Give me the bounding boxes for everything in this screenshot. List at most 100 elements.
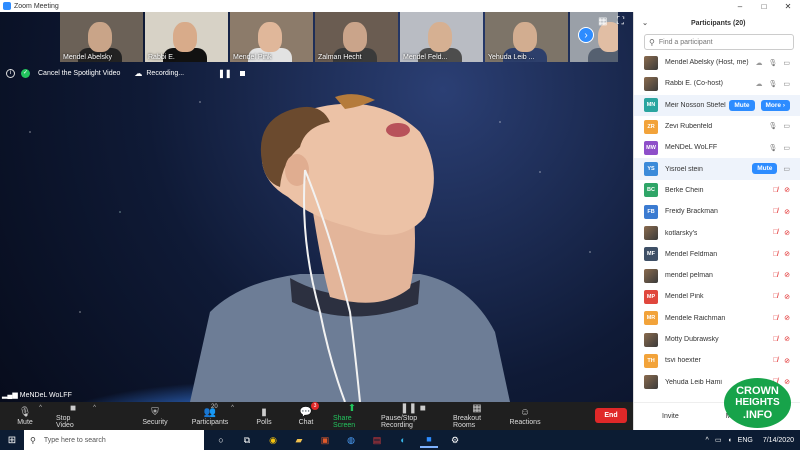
mute-options-caret[interactable]: ^ [39,405,42,411]
office-icon[interactable]: ▣ [316,432,334,448]
video-camera-icon[interactable]: ▭ [783,80,790,88]
participant-row[interactable]: kotlarsky's 🎙̸ ⊘ [634,222,800,243]
video-camera-icon[interactable]: ▭ [783,144,790,152]
pdf-icon[interactable]: ▤ [368,432,386,448]
microphone-icon[interactable]: 🎙 [768,80,777,88]
participant-mute-button[interactable]: Mute [729,99,755,111]
settings-icon[interactable]: ⚙ [446,432,464,448]
participants-options-caret[interactable]: ^ [231,405,234,411]
microphone-muted-icon[interactable]: 🎙̸ [773,293,778,300]
participant-row[interactable]: MN Meir Nosson Stiefel Mute More › [634,94,800,116]
end-meeting-button[interactable]: End [595,408,627,423]
close-button[interactable]: ✕ [776,2,800,11]
video-camera-icon[interactable]: ▭ [783,122,790,130]
participant-name: Mendel Abelsky (Host, me) [665,59,749,67]
breakout-rooms-button[interactable]: ▦ Breakout Rooms [453,402,501,430]
share-screen-button[interactable]: ⬆ Share Screen [333,402,371,430]
reactions-button[interactable]: ☺ Reactions [509,402,540,430]
video-off-icon[interactable]: ⊘ [784,314,790,322]
taskbar-search-input[interactable]: ⚲ Type here to search [24,430,204,450]
participant-status-icons: 🎙̸ ⊘ [773,244,790,265]
video-off-icon[interactable]: ⊘ [784,250,790,258]
zoom-taskbar-icon[interactable]: ■ [420,432,438,448]
microphone-muted-icon[interactable]: 🎙̸ [773,315,778,322]
tray-chevron-icon[interactable]: ^ [706,437,709,444]
microphone-icon[interactable]: 🎙 [768,144,777,152]
microphone-muted-icon[interactable]: 🎙̸ [773,208,778,215]
microphone-muted-icon[interactable]: 🎙̸ [773,229,778,236]
stop-recording-button[interactable] [239,70,245,76]
participant-row[interactable]: MP Mendel Pink 🎙̸ ⊘ [634,286,800,307]
microphone-muted-icon[interactable]: 🎙̸ [773,187,778,194]
video-thumbnail[interactable]: Mendel Feld... [400,12,483,62]
participant-search-input[interactable]: ⚲ Find a participant [644,34,794,50]
info-icon[interactable]: i [6,68,15,78]
video-off-icon[interactable]: ⊘ [784,208,790,216]
cortana-icon[interactable]: ○ [212,432,230,448]
participant-row[interactable]: YS Yisroel stein Mute ▭ [634,158,800,180]
participant-more-button[interactable]: More › [760,99,790,111]
video-off-icon[interactable]: ⊘ [784,357,790,365]
video-options-caret[interactable]: ^ [93,405,96,411]
video-off-icon[interactable]: ⊘ [784,229,790,237]
microphone-muted-icon[interactable]: 🎙̸ [773,272,778,279]
gallery-view-icon[interactable]: ▦ [598,16,607,27]
participants-button[interactable]: 👥 20 Participants ^ [192,402,234,430]
participant-row[interactable]: Rabbi E. (Co-host) ☁ 🎙 ▭ [634,73,800,94]
edge-icon[interactable]: ◐ [394,432,412,448]
task-view-icon[interactable]: ⧉ [238,432,256,448]
video-thumbnail[interactable]: Yehuda Leib ... [485,12,568,62]
security-button[interactable]: ⛨ Security [141,402,169,430]
pause-stop-recording-button[interactable]: ❚❚ ■ Pause/Stop Recording [381,402,445,430]
participant-row[interactable]: mendel pelman 🎙̸ ⊘ [634,265,800,286]
microphone-icon[interactable]: 🎙 [768,122,777,130]
chrome-icon[interactable]: ◉ [264,432,282,448]
network-icon[interactable]: ▭ [715,436,722,444]
participant-row[interactable]: Mendel Abelsky (Host, me) ☁ 🎙 ▭ [634,52,800,73]
next-page-button[interactable]: › [578,27,594,43]
cancel-spotlight-button[interactable]: Cancel the Spotlight Video [38,70,120,77]
video-thumbnail[interactable]: Mendel Abelsky [60,12,143,62]
microphone-muted-icon[interactable]: 🎙̸ [773,357,778,364]
video-off-icon[interactable]: ⊘ [784,186,790,194]
maximize-button[interactable]: □ [752,2,776,11]
video-off-icon[interactable]: ⊘ [784,271,790,279]
language-indicator[interactable]: ENG [738,437,753,444]
video-thumbnail[interactable]: Mendel Pink [230,12,313,62]
participant-row[interactable]: ZR Zevi Rubenfeld 🎙 ▭ [634,116,800,137]
participant-row[interactable]: MF Mendel Feldman 🎙̸ ⊘ [634,244,800,265]
chevron-down-icon[interactable]: ⌄ [638,19,652,27]
video-thumbnail[interactable] [570,12,618,62]
participant-mute-button[interactable]: Mute [752,163,778,175]
invite-button[interactable]: Invite [662,413,679,420]
participant-row[interactable]: MW MeNDeL WoLFF 🎙 ▭ [634,137,800,158]
video-off-icon[interactable]: ⊘ [784,335,790,343]
video-off-icon[interactable]: ⊘ [784,293,790,301]
windows-start-button[interactable]: ⊞ [0,430,24,450]
participant-row[interactable]: Motty Dubrawsky 🎙̸ ⊘ [634,329,800,350]
browser-icon[interactable]: ◍ [342,432,360,448]
stop-video-button[interactable]: ■ Stop Video ^ [56,402,96,430]
participant-row[interactable]: TH tsvi hoexter 🎙̸ ⊘ [634,350,800,371]
chat-button[interactable]: 💬 3 Chat [297,402,319,430]
video-off-icon[interactable]: ⊘ [784,378,790,386]
pause-recording-button[interactable]: ❚❚ [218,69,231,78]
minimize-button[interactable]: – [728,2,752,11]
microphone-icon[interactable]: 🎙 [768,59,777,67]
participant-row[interactable]: FB Freidy Brackman 🎙̸ ⊘ [634,201,800,222]
video-camera-icon[interactable]: ▭ [783,165,790,173]
volume-icon[interactable]: ◖ [727,437,731,444]
file-explorer-icon[interactable]: ▰ [290,432,308,448]
polls-button[interactable]: ▮ Polls [255,402,273,430]
fullscreen-icon[interactable]: ⛶ [617,16,624,27]
video-camera-icon[interactable]: ▭ [783,59,790,67]
security-shield-icon[interactable]: ✓ [21,68,30,78]
participant-row[interactable]: MR Mendele Raichman 🎙̸ ⊘ [634,308,800,329]
mute-button[interactable]: 🎙 Mute ^ [14,402,42,430]
microphone-muted-icon[interactable]: 🎙̸ [773,251,778,258]
video-thumbnail[interactable]: Zalman Hecht [315,12,398,62]
participant-row[interactable]: BC Berke Chein 🎙̸ ⊘ [634,180,800,201]
microphone-muted-icon[interactable]: 🎙̸ [773,336,778,343]
clock-date[interactable]: 7/14/2020 [763,437,794,444]
video-thumbnail[interactable]: Rabbi E. [145,12,228,62]
